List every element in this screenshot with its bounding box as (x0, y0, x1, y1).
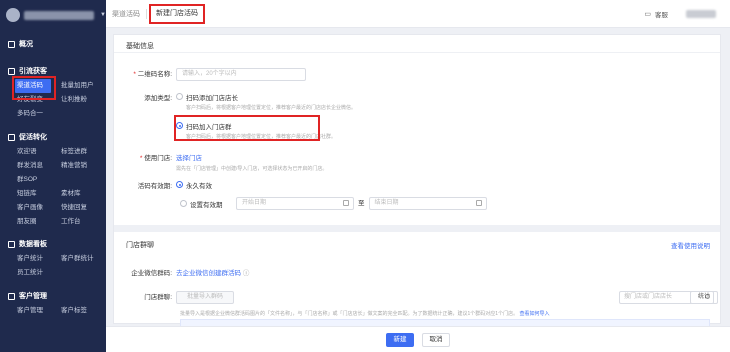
sidebar-item-multi-code[interactable]: 多码合一 (17, 107, 61, 121)
wx-qr-label: 企业微信群码: (131, 270, 172, 277)
form-card: 基础信息 * 二维码名称: 请输入，20个字以内 添加类型: 扫码添加门店店长 … (113, 34, 721, 327)
nav-section-conversion[interactable]: 促活转化 (0, 131, 106, 143)
top-bar: 渠道活码 新建门店活码 ▭ 客服 (106, 0, 730, 28)
calendar-icon (475, 200, 482, 206)
sidebar-highlight-box (12, 76, 56, 100)
date-range-separator: 至 (358, 200, 365, 207)
validity-label: 活码有效期: (137, 183, 172, 190)
store-label: * 使用门店: (139, 155, 172, 162)
avatar (6, 8, 20, 22)
sidebar-item-materials[interactable]: 素材库 (61, 187, 105, 201)
sidebar-item-mass-message[interactable]: 群发消息 (17, 159, 61, 173)
sidebar-item-empty (61, 173, 105, 187)
sidebar-item-group-sop[interactable]: 群SOP (17, 173, 61, 187)
customers-icon (8, 292, 15, 300)
section-title-group: 门店群聊 (126, 242, 154, 249)
add-type-option-manager[interactable]: 扫码添加门店店长 客户扫码后，将根据客户地理位置定位，推荐客户最近的门店店长企业… (176, 92, 356, 111)
import-hint: 批量导入是根据企业微信群活码图片的「文件名称」，与「门店名称」或「门店店长」做文… (180, 311, 550, 317)
store-hint: 需先在「门店管理」中创建/导入门店，可选择状态为已开启的门店。 (176, 166, 328, 172)
nav-section-dashboard[interactable]: 数据看板 (0, 238, 106, 250)
import-help-link[interactable]: 查看如何导入 (519, 311, 549, 317)
sidebar-item-batch-add[interactable]: 批量加用户 (61, 79, 105, 93)
tab-new-store-qr[interactable]: 新建门店活码 (149, 3, 205, 24)
dashboard-icon (8, 240, 15, 248)
sidebar-item-quick-reply[interactable]: 快捷回复 (61, 201, 105, 215)
sidebar-item-welcome[interactable]: 欢迎语 (17, 145, 61, 159)
stats-button[interactable]: 统计 (690, 291, 718, 304)
conversion-icon (8, 133, 15, 141)
sidebar: ▼ 概况 引流获客 渠道活码 批量加用户 好友裂变 让利推粉 多码合一 促活转化… (0, 0, 106, 352)
qr-name-input[interactable]: 请输入，20个字以内 (176, 68, 306, 81)
section-divider (114, 225, 720, 232)
account-switcher[interactable]: ▼ (0, 0, 106, 30)
acquisition-icon (8, 67, 15, 75)
calendar-icon (343, 200, 349, 206)
sidebar-item-precise-marketing[interactable]: 精准营销 (61, 159, 105, 173)
tab-channel-qr[interactable]: 渠道活码 (106, 9, 146, 19)
user-name[interactable] (686, 10, 716, 18)
validity-option-custom[interactable]: 设置有效期 (180, 199, 236, 209)
batch-import-button[interactable]: 批量导入群码 (176, 291, 234, 304)
end-date-input[interactable]: 结束日期 (368, 197, 487, 210)
footer-actions: 新建 取消 (106, 326, 730, 352)
qr-name-label: * 二维码名称: (133, 71, 172, 78)
sidebar-item-customer-profile[interactable]: 客户画像 (17, 201, 61, 215)
view-help-link[interactable]: 查看使用说明 (671, 240, 710, 250)
section-title-basic: 基础信息 (114, 35, 720, 53)
radio-unselected[interactable] (180, 199, 187, 207)
service-icon: ▭ (644, 11, 651, 18)
radio-selected[interactable] (176, 181, 183, 188)
sidebar-item-promo[interactable]: 让利推粉 (61, 93, 105, 107)
tab-separator (146, 8, 147, 19)
sidebar-item-short-link[interactable]: 短链库 (17, 187, 61, 201)
validity-option-permanent[interactable]: 永久有效 (176, 180, 212, 190)
group-label: 门店群聊: (144, 294, 172, 301)
cancel-button[interactable]: 取消 (422, 332, 450, 347)
sidebar-item-workbench[interactable]: 工作台 (61, 215, 105, 229)
create-button[interactable]: 新建 (386, 332, 414, 347)
nav-section-customers[interactable]: 客户管理 (0, 290, 106, 302)
sidebar-item-group-stats[interactable]: 客户群统计 (61, 252, 105, 266)
info-icon: ⓘ (242, 270, 250, 277)
add-type-label: 添加类型: (144, 95, 172, 102)
sidebar-item-moments[interactable]: 朋友圈 (17, 215, 61, 229)
sidebar-item-customer-mgmt[interactable]: 客户管理 (17, 304, 61, 318)
overview-icon (8, 40, 15, 48)
sidebar-item-customer-tags[interactable]: 客户标签 (61, 304, 105, 318)
account-name (24, 10, 94, 20)
create-group-qr-link[interactable]: 去企业微信创建群活码 ⓘ (176, 267, 249, 277)
start-date-input[interactable]: 开始日期 (236, 197, 354, 210)
select-store-link[interactable]: 选择门店 (176, 152, 327, 162)
option-highlight-box (174, 115, 320, 141)
sidebar-item-customer-stats[interactable]: 客户统计 (17, 252, 61, 266)
nav-section-overview[interactable]: 概况 (0, 38, 106, 50)
service-link[interactable]: 客服 (655, 9, 668, 19)
sidebar-item-staff-stats[interactable]: 员工统计 (17, 266, 61, 280)
sidebar-item-tag-group[interactable]: 标签进群 (61, 145, 105, 159)
radio-unselected[interactable] (176, 93, 183, 100)
